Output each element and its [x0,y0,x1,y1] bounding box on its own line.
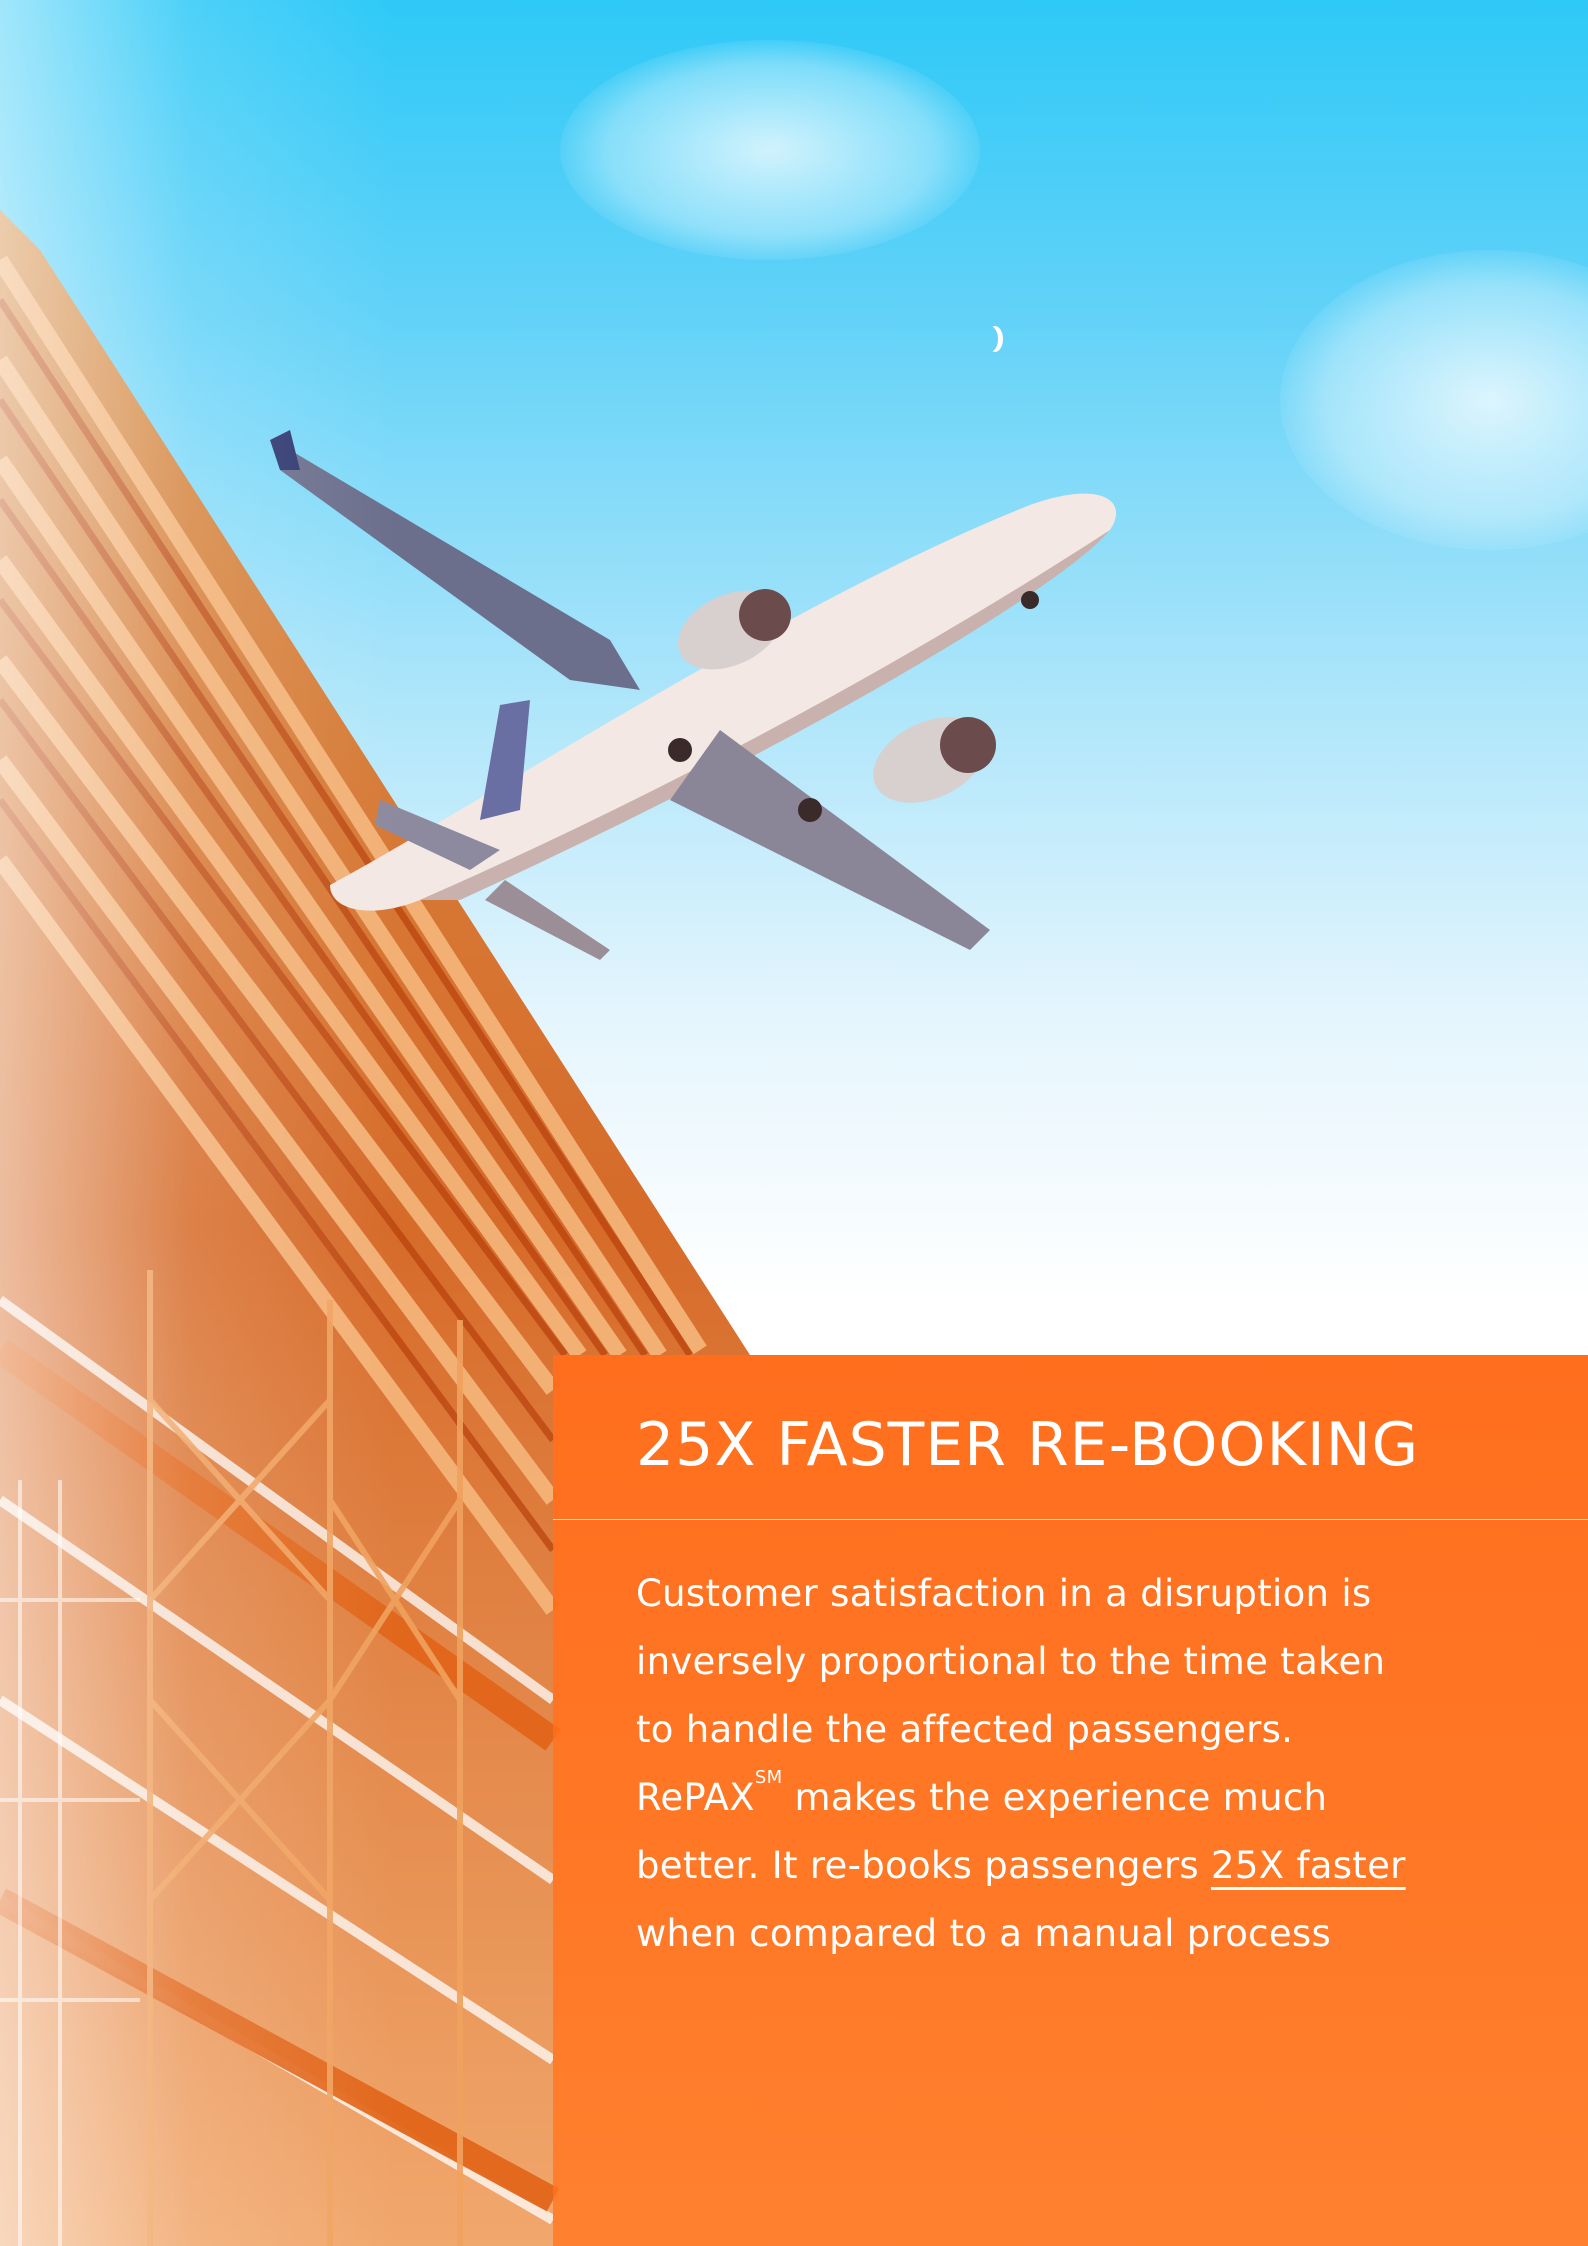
panel-title: 25X FASTER RE-BOOKING [636,1410,1420,1480]
body-line: better. It re-books passengers 25X faste… [636,1832,1556,1900]
airplane-icon [270,430,1117,960]
body-text-fragment: better. It re-books passengers [636,1844,1212,1887]
body-line: RePAXSM makes the experience much [636,1764,1556,1832]
divider [553,1519,1588,1520]
brochure-page: 25X FASTER RE-BOOKING Customer satisfact… [0,0,1588,2246]
content-panel: 25X FASTER RE-BOOKING Customer satisfact… [553,1355,1588,2246]
product-name: RePAX [636,1776,755,1819]
body-text-fragment: makes the experience much [782,1776,1328,1819]
body-line: inversely proportional to the time taken [636,1640,1386,1683]
panel-body-text: Customer satisfaction in a disruption is… [636,1560,1556,1968]
body-line: Customer satisfaction in a disruption is [636,1572,1372,1615]
body-line: to handle the affected passengers. [636,1708,1294,1751]
body-line: when compared to a manual process [636,1912,1332,1955]
highlight-25x-faster: 25X faster [1211,1844,1406,1887]
service-mark: SM [754,1767,783,1788]
